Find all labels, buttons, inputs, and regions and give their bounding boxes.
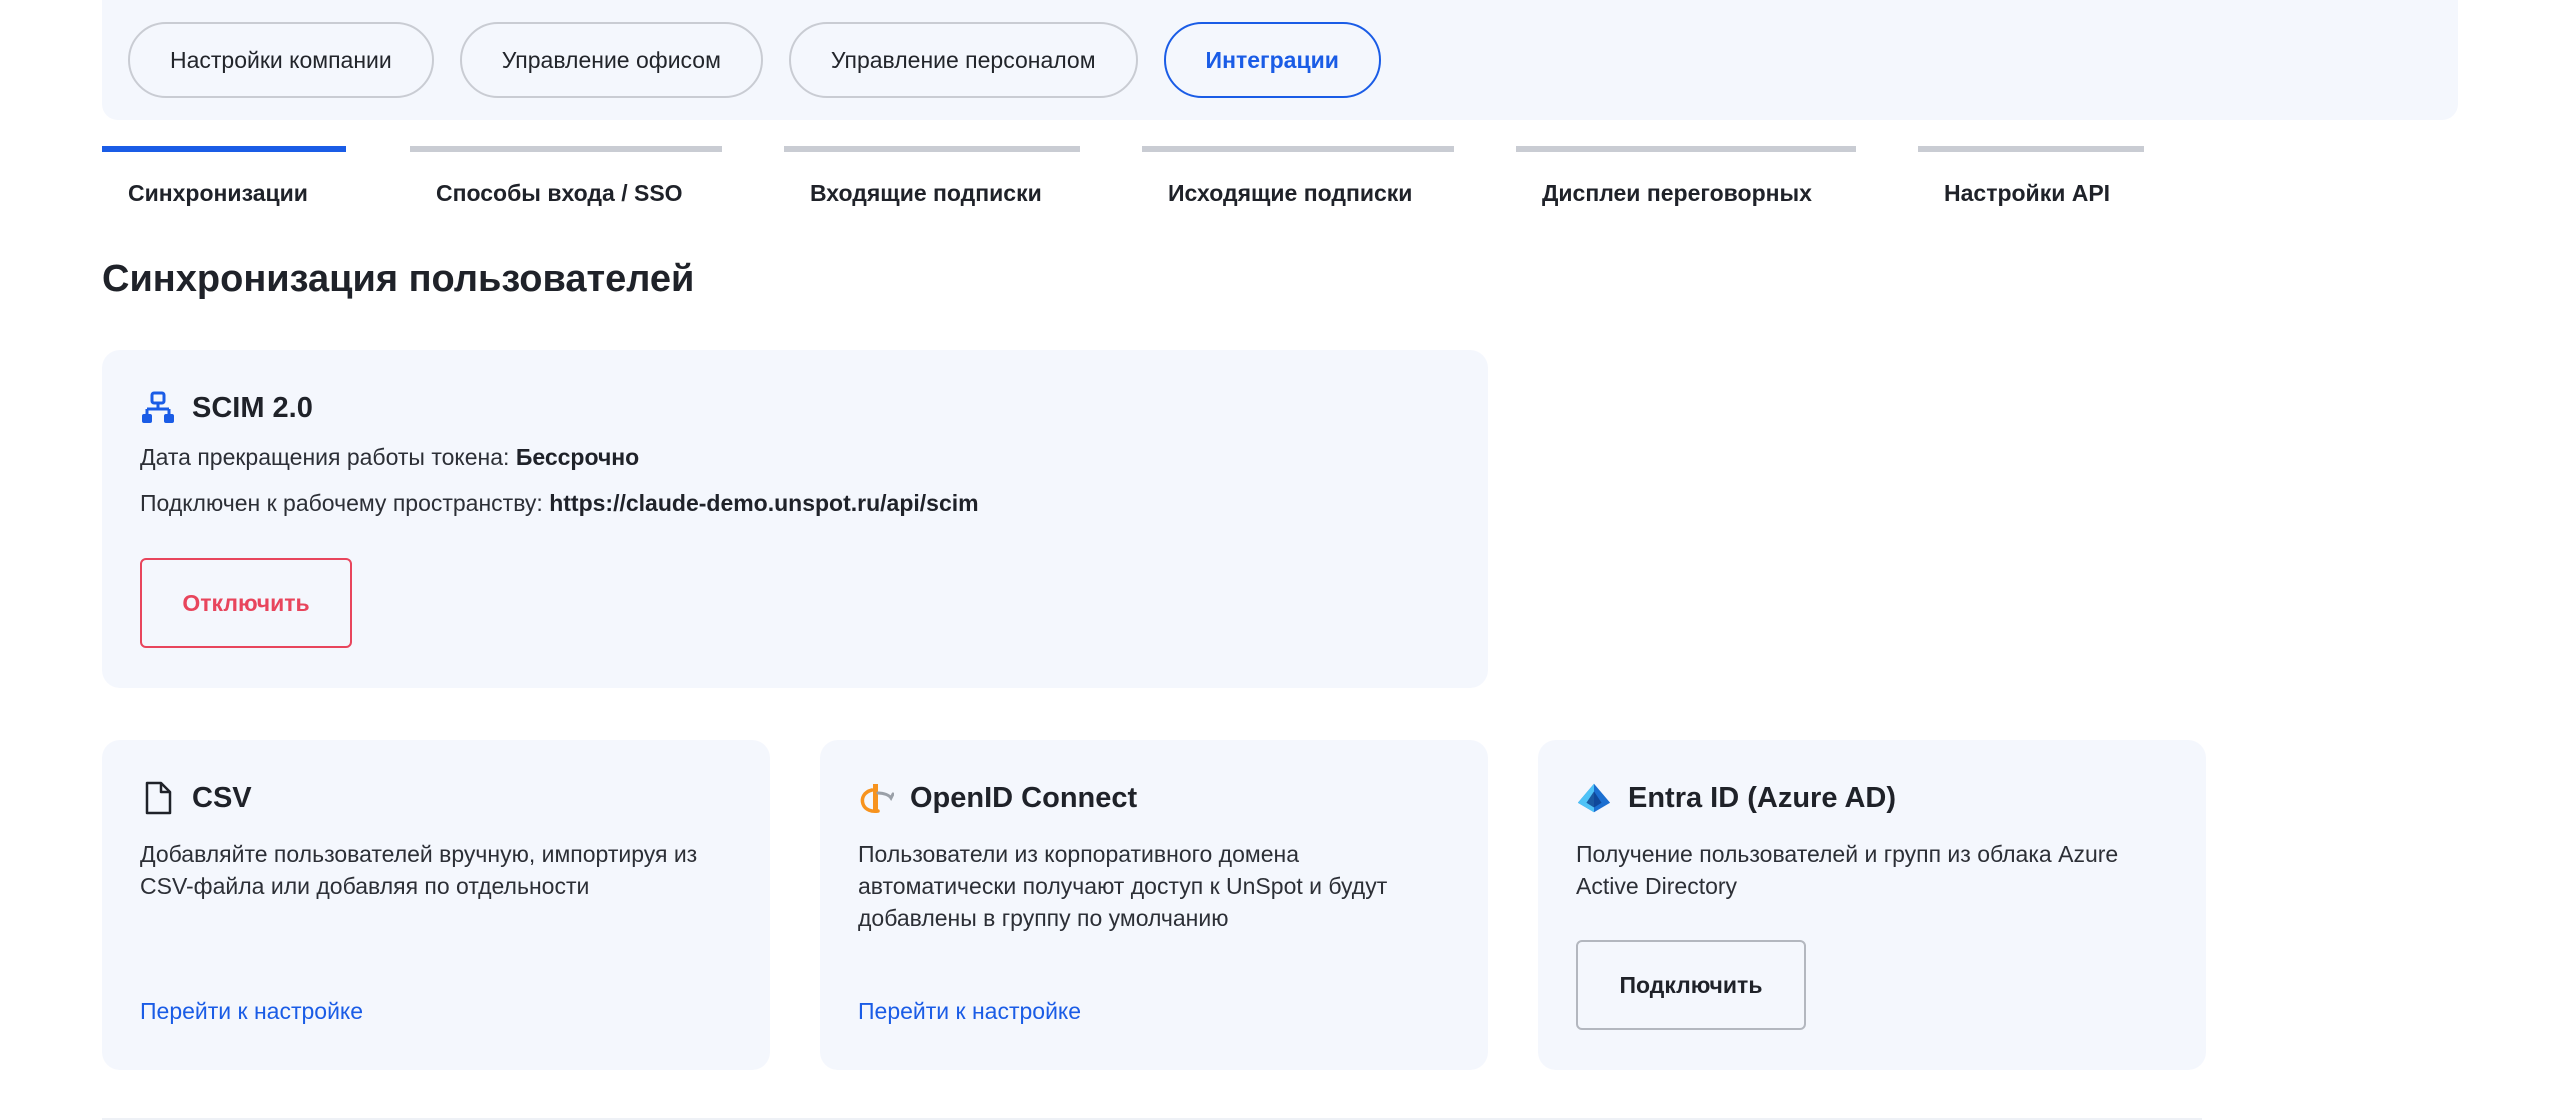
openid-card: OpenID Connect Пользователи из корпорати… <box>820 740 1488 1070</box>
tab-label: Настройки API <box>1944 180 2111 206</box>
entra-title: Entra ID (Azure AD) <box>1628 781 1896 814</box>
network-icon <box>140 390 176 426</box>
tab-sso[interactable]: Способы входа / SSO <box>410 146 722 206</box>
openid-setup-link[interactable]: Перейти к настройке <box>858 998 1081 1025</box>
openid-icon <box>858 780 894 816</box>
workspace-url: https://claude-demo.unspot.ru/api/scim <box>549 490 979 516</box>
openid-title: OpenID Connect <box>910 781 1138 814</box>
disconnect-button[interactable]: Отключить <box>140 558 352 648</box>
tab-room-displays[interactable]: Дисплеи переговорных <box>1516 146 1856 206</box>
workspace-label: Подключен к рабочему пространству: <box>140 490 543 516</box>
scim-card: SCIM 2.0 Дата прекращения работы токена:… <box>102 350 1488 688</box>
tab-label: Входящие подписки <box>810 180 1042 206</box>
entra-card: Entra ID (Azure AD) Получение пользовате… <box>1538 740 2206 1070</box>
csv-description: Добавляйте пользователей вручную, импорт… <box>140 841 698 899</box>
settings-nav: Настройки компании Управление офисом Упр… <box>102 0 2458 120</box>
page: Настройки компании Управление офисом Упр… <box>0 0 2560 1120</box>
token-expiry: Дата прекращения работы токена: Бессрочн… <box>140 444 639 471</box>
workspace-connection: Подключен к рабочему пространству: https… <box>140 490 979 517</box>
token-expiry-value: Бессрочно <box>515 444 640 470</box>
tab-label: Способы входа / SSO <box>436 180 683 206</box>
nav-staff-management[interactable]: Управление персоналом <box>788 22 1138 98</box>
tab-label: Дисплеи переговорных <box>1542 180 1812 206</box>
csv-card: CSV Добавляйте пользователей вручную, им… <box>102 740 770 1070</box>
csv-title: CSV <box>192 781 252 814</box>
page-title: Синхронизация пользователей <box>102 258 695 300</box>
csv-setup-link[interactable]: Перейти к настройке <box>140 998 363 1025</box>
nav-integrations[interactable]: Интеграции <box>1163 22 1381 98</box>
nav-office-management[interactable]: Управление офисом <box>459 22 763 98</box>
tab-label: Исходящие подписки <box>1168 180 1413 206</box>
tab-label: Синхронизации <box>128 180 308 206</box>
scim-title: SCIM 2.0 <box>192 391 313 424</box>
openid-description: Пользователи из корпоративного домена ав… <box>858 841 1388 931</box>
nav-company-settings[interactable]: Настройки компании <box>128 22 434 98</box>
tab-incoming-subscriptions[interactable]: Входящие подписки <box>784 146 1080 206</box>
tab-sync[interactable]: Синхронизации <box>102 146 346 206</box>
tab-api-settings[interactable]: Настройки API <box>1918 146 2144 206</box>
azure-icon <box>1576 780 1612 816</box>
tab-outgoing-subscriptions[interactable]: Исходящие подписки <box>1142 146 1454 206</box>
entra-description: Получение пользователей и групп из облак… <box>1576 841 2119 899</box>
token-expiry-label: Дата прекращения работы токена: <box>140 444 510 470</box>
connect-button[interactable]: Подключить <box>1576 940 1806 1030</box>
file-icon <box>140 780 176 816</box>
